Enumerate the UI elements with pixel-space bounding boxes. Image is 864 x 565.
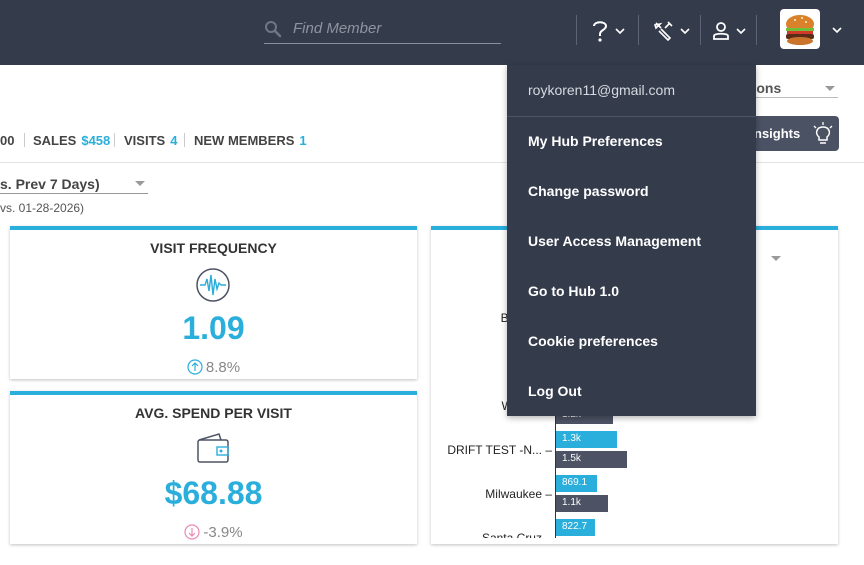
stat-visits: VISITS 4 — [124, 133, 177, 148]
nav-divider — [638, 15, 639, 45]
search-input[interactable] — [293, 17, 493, 39]
caret-down-icon — [135, 181, 145, 186]
stat-divider — [24, 133, 25, 147]
stat-visits-value: 4 — [170, 133, 178, 148]
stat-new-members-value: 1 — [299, 133, 307, 148]
nav-divider — [756, 15, 757, 45]
lightbulb-icon — [813, 122, 833, 144]
wrench-icon — [653, 21, 673, 42]
chevron-down-icon — [615, 28, 625, 35]
avatar[interactable] — [780, 9, 820, 49]
menu-item-user-access[interactable]: User Access Management — [528, 233, 701, 249]
caret-down-icon — [825, 86, 835, 91]
insights-button-label: nsights — [754, 126, 801, 141]
card-change: -3.9% — [10, 524, 417, 541]
account-email: roykoren11@gmail.com — [528, 82, 676, 98]
period-dropdown[interactable]: s. Prev 7 Days) — [0, 176, 148, 194]
chevron-down-icon — [680, 28, 690, 35]
card-value: 1.09 — [182, 310, 245, 346]
caret-down-icon[interactable] — [771, 256, 781, 261]
visit-frequency-card: VISIT FREQUENCY 1.09 8.8% — [10, 226, 417, 379]
chevron-down-icon — [736, 28, 746, 35]
chevron-down-icon[interactable] — [831, 26, 843, 34]
pulse-icon — [196, 268, 230, 302]
compare-date-text: vs. 01-28-2026) — [0, 201, 85, 215]
nav-divider — [700, 15, 701, 45]
card-change-value: 8.8% — [205, 359, 241, 376]
menu-item-change-password[interactable]: Change password — [528, 183, 649, 199]
burger-logo — [786, 15, 814, 45]
card-title: AVG. SPEND PER VISIT — [135, 405, 292, 421]
stat-sales-value: $458 — [81, 133, 111, 148]
account-menu: roykoren11@gmail.com My Hub Preferences … — [507, 65, 756, 416]
wallet-icon — [197, 433, 229, 463]
help-menu-button[interactable] — [591, 14, 625, 48]
stat-visits-label: VISITS — [124, 133, 166, 148]
search-icon — [265, 21, 282, 38]
user-icon — [713, 22, 729, 40]
avg-spend-card: AVG. SPEND PER VISIT $68.88 -3.9% — [10, 391, 417, 544]
tools-menu-button[interactable] — [652, 14, 690, 48]
menu-item-hub-preferences[interactable]: My Hub Preferences — [528, 133, 663, 149]
menu-item-cookie-preferences[interactable]: Cookie preferences — [528, 333, 658, 349]
stat-divider — [184, 133, 185, 147]
card-title: VISIT FREQUENCY — [150, 240, 277, 256]
menu-item-log-out[interactable]: Log Out — [528, 383, 582, 399]
card-change: 8.8% — [10, 359, 417, 376]
period-dropdown-label: s. Prev 7 Days) — [0, 176, 100, 192]
user-menu-button[interactable] — [712, 14, 746, 48]
stat-truncated: 00 — [0, 133, 15, 148]
stat-divider — [114, 133, 115, 147]
stat-sales-label: SALES — [33, 133, 77, 148]
arrow-down-circle-icon — [184, 524, 201, 540]
stat-new-members-label: NEW MEMBERS — [194, 133, 295, 148]
nav-divider — [576, 15, 577, 45]
member-search[interactable] — [264, 14, 501, 44]
card-change-value: -3.9% — [203, 524, 243, 541]
arrow-up-circle-icon — [187, 359, 203, 375]
menu-divider — [507, 116, 756, 117]
question-icon — [593, 21, 608, 42]
menu-item-hub-1[interactable]: Go to Hub 1.0 — [528, 283, 619, 299]
top-navbar — [0, 0, 864, 65]
card-value: $68.88 — [164, 475, 263, 511]
stat-sales: SALES $458 — [33, 133, 110, 148]
stat-new-members: NEW MEMBERS 1 — [194, 133, 307, 148]
